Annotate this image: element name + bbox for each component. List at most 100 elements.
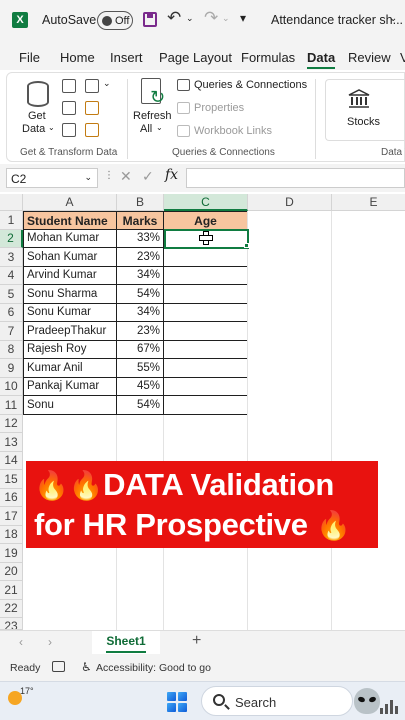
row-header-22[interactable]: 22	[0, 600, 23, 618]
insert-function-icon[interactable]: fx	[165, 167, 178, 183]
row-header-12[interactable]: 12	[0, 415, 23, 433]
row-header-8[interactable]: 8	[0, 341, 23, 359]
header-cell-student-name[interactable]: Student Name	[23, 211, 117, 230]
row-header-23[interactable]: 23	[0, 618, 23, 630]
queries-connections-button[interactable]: Queries & Connections	[194, 79, 307, 91]
row-header-1[interactable]: 1	[0, 211, 23, 230]
row-header-21[interactable]: 21	[0, 581, 23, 600]
recent-sources-icon[interactable]	[85, 123, 99, 137]
tab-insert[interactable]: Insert	[110, 50, 143, 65]
header-cell-age[interactable]: Age	[164, 211, 248, 230]
tab-home[interactable]: Home	[60, 50, 95, 65]
cell-a5[interactable]: Sonu Sharma	[23, 285, 117, 304]
column-header-c[interactable]: C	[164, 194, 248, 211]
cell-b7[interactable]: 23%	[117, 322, 164, 341]
cell-a10[interactable]: Pankaj Kumar	[23, 378, 117, 396]
chevron-down-icon[interactable]: ⌄	[84, 172, 92, 183]
tab-page-layout[interactable]: Page Layout	[159, 50, 232, 65]
cancel-icon[interactable]: ✕	[120, 168, 132, 185]
weather-temperature[interactable]: 17°	[20, 686, 34, 696]
cell-b9[interactable]: 55%	[117, 359, 164, 378]
next-sheet-icon[interactable]: ›	[48, 635, 52, 649]
document-title[interactable]: Attendance tracker sh...	[271, 13, 403, 27]
tab-formulas[interactable]: Formulas	[241, 50, 295, 65]
cell-a7[interactable]: PradeepThakur	[23, 322, 117, 341]
from-range-icon[interactable]	[62, 123, 76, 137]
get-data-label-2[interactable]: Data	[22, 123, 45, 135]
undo-dropdown-icon[interactable]: ⌄	[186, 13, 194, 24]
autosave-toggle[interactable]: Off	[97, 11, 133, 30]
name-box[interactable]: C2 ⌄	[6, 168, 98, 188]
add-sheet-button[interactable]: +	[192, 632, 201, 650]
redo-dropdown-icon[interactable]: ⌄	[222, 13, 230, 24]
cell-c7[interactable]	[164, 322, 248, 341]
taskbar-search[interactable]: Search	[201, 686, 353, 716]
cell-a3[interactable]: Sohan Kumar	[23, 248, 117, 267]
properties-icon[interactable]	[177, 102, 190, 114]
from-web-icon[interactable]	[62, 101, 76, 115]
select-all-corner[interactable]	[0, 194, 23, 211]
row-header-5[interactable]: 5	[0, 285, 23, 304]
row-header-3[interactable]: 3	[0, 248, 23, 267]
refresh-arrows-icon[interactable]: ↻	[150, 87, 165, 108]
cell-a2[interactable]: Mohan Kumar	[23, 230, 117, 248]
row-header-16[interactable]: 16	[0, 489, 23, 507]
row-header-2[interactable]: 2	[0, 230, 23, 248]
save-icon[interactable]	[143, 12, 157, 27]
previous-sheet-icon[interactable]: ‹	[19, 635, 23, 649]
cell-c3[interactable]	[164, 248, 248, 267]
recent-sources-chevron-icon[interactable]: ⌄	[103, 78, 111, 89]
queries-connections-icon[interactable]	[177, 79, 190, 91]
cell-b6[interactable]: 34%	[117, 304, 164, 322]
row-header-10[interactable]: 10	[0, 378, 23, 396]
cell-b4[interactable]: 34%	[117, 267, 164, 285]
cell-b3[interactable]: 23%	[117, 248, 164, 267]
column-header-b[interactable]: B	[117, 194, 164, 211]
spreadsheet-grid[interactable]: A B C D E 1 2 3 4 5 6 7 8 9 10 11 12 13 …	[0, 194, 405, 630]
fill-handle[interactable]	[244, 243, 249, 248]
get-data-chevron-icon[interactable]: ⌄	[48, 123, 55, 132]
row-header-15[interactable]: 15	[0, 470, 23, 489]
row-header-9[interactable]: 9	[0, 359, 23, 378]
accessibility-status[interactable]: Accessibility: Good to go	[96, 662, 211, 674]
row-header-11[interactable]: 11	[0, 396, 23, 415]
tab-view[interactable]: V	[400, 50, 405, 65]
sheet-tab-sheet1[interactable]: Sheet1	[92, 631, 160, 655]
workbook-links-button[interactable]: Workbook Links	[194, 125, 272, 137]
column-header-e[interactable]: E	[332, 194, 405, 211]
cell-b11[interactable]: 54%	[117, 396, 164, 415]
cell-c5[interactable]	[164, 285, 248, 304]
header-cell-marks[interactable]: Marks	[117, 211, 164, 230]
database-icon[interactable]	[27, 81, 49, 107]
formula-input[interactable]	[186, 168, 405, 188]
alien-avatar-icon[interactable]	[354, 688, 380, 714]
macro-recording-icon[interactable]	[52, 661, 65, 672]
row-header-14[interactable]: 14	[0, 452, 23, 470]
redo-icon[interactable]: ↷	[204, 8, 218, 28]
chart-bars-icon[interactable]	[380, 698, 400, 714]
confirm-icon[interactable]: ✓	[142, 168, 154, 185]
customize-toolbar-icon[interactable]: ▾	[240, 11, 246, 25]
tab-file[interactable]: File	[19, 50, 40, 65]
cell-c6[interactable]	[164, 304, 248, 322]
more-icon[interactable]: ⋮	[104, 170, 114, 181]
tab-review[interactable]: Review	[348, 50, 391, 65]
cell-b2[interactable]: 33%	[117, 230, 164, 248]
row-header-4[interactable]: 4	[0, 267, 23, 285]
cell-a8[interactable]: Rajesh Roy	[23, 341, 117, 359]
cell-c11[interactable]	[164, 396, 248, 415]
refresh-all-label[interactable]: All	[140, 123, 152, 135]
windows-start-icon[interactable]	[167, 692, 187, 712]
stocks-label[interactable]: Stocks	[347, 116, 380, 128]
row-header-18[interactable]: 18	[0, 526, 23, 544]
chevron-down-icon[interactable]: ⌄	[389, 13, 397, 24]
refresh-chevron-icon[interactable]: ⌄	[156, 123, 163, 132]
from-text-icon[interactable]	[62, 79, 76, 93]
get-data-label[interactable]: Get	[28, 110, 46, 122]
cell-c8[interactable]	[164, 341, 248, 359]
tab-data[interactable]: Data	[307, 50, 336, 69]
cell-a6[interactable]: Sonu Kumar	[23, 304, 117, 322]
row-header-17[interactable]: 17	[0, 507, 23, 526]
workbook-links-icon[interactable]	[177, 125, 190, 137]
row-header-6[interactable]: 6	[0, 304, 23, 322]
